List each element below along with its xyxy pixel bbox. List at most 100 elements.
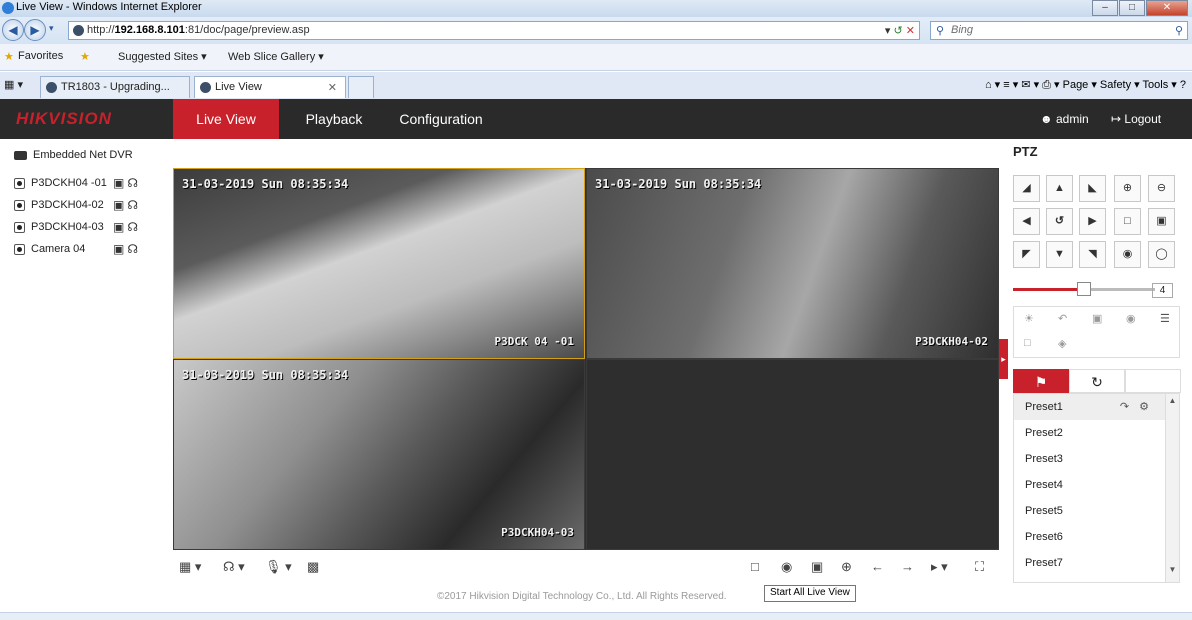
window-division-icon[interactable]: ▦ ▾ (179, 559, 201, 575)
preset-item-6[interactable]: Preset6 (1014, 524, 1167, 550)
ptz-down-left-button[interactable]: ◤ (1013, 241, 1040, 268)
stream-type-icon[interactable]: ☊ ▾ (223, 559, 245, 575)
preset-item-2[interactable]: Preset2 (1014, 420, 1167, 446)
maximize-button[interactable]: □ (1119, 0, 1145, 16)
stop-icon[interactable]: ✕ (906, 25, 915, 37)
logout-button[interactable]: ↦ Logout (1111, 99, 1161, 139)
wiper-icon[interactable]: ↶ (1058, 312, 1067, 325)
forward-button[interactable]: ▶ (24, 19, 46, 41)
web-slice-gallery-link[interactable]: Web Slice Gallery ▾ (228, 50, 324, 63)
video-timestamp: 31-03-2019 Sun 08:35:34 (182, 368, 349, 382)
3d-zoom-icon[interactable]: ◈ (1058, 337, 1066, 350)
iris-close-icon[interactable]: ◯ (1148, 241, 1175, 268)
home-icon[interactable]: ⌂ (985, 79, 992, 91)
nav-playback[interactable]: Playback (290, 99, 378, 139)
camera-item-4[interactable]: Camera 04 ▣☊ (14, 242, 138, 256)
capture-icon[interactable]: ◉ (781, 559, 792, 575)
stream-icons[interactable]: ▣☊ (113, 176, 141, 190)
preset-item-7[interactable]: Preset7 (1014, 550, 1167, 576)
zoom-icon[interactable]: ⊕ (841, 559, 852, 575)
suggested-sites-link[interactable]: Suggested Sites ▾ (118, 50, 207, 63)
add-favorite-icon[interactable]: ★ (80, 50, 90, 63)
help-icon[interactable]: ? (1180, 79, 1186, 91)
ptz-right-button[interactable]: ▶ (1079, 208, 1106, 235)
preset-item-5[interactable]: Preset5 (1014, 498, 1167, 524)
nav-configuration[interactable]: Configuration (392, 99, 490, 139)
preset-label: Preset7 (1025, 557, 1063, 569)
favorites-button[interactable]: Favorites (18, 50, 63, 62)
ptz-up-button[interactable]: ▲ (1046, 175, 1073, 202)
ptz-up-right-button[interactable]: ◣ (1079, 175, 1106, 202)
tab-patrol[interactable]: ↻ (1069, 369, 1125, 393)
user-menu[interactable]: ☻ admin (1040, 99, 1089, 139)
scroll-up-icon[interactable]: ▲ (1166, 396, 1179, 405)
plugin-icon[interactable]: ▩ (307, 559, 319, 575)
history-dropdown-icon[interactable]: ▾ (49, 23, 54, 34)
video-tile-2[interactable]: 31-03-2019 Sun 08:35:34 P3DCKH04-02 (586, 168, 999, 359)
ptz-speed-slider[interactable] (1013, 282, 1155, 296)
video-tile-4[interactable] (586, 359, 999, 550)
focus-far-icon[interactable]: ▣ (1148, 208, 1175, 235)
stream-icons[interactable]: ▣☊ (113, 242, 141, 256)
url-field[interactable]: http://192.168.8.101:81/doc/page/preview… (68, 21, 920, 40)
tab-preset[interactable]: ⚑ (1013, 369, 1069, 393)
scroll-down-icon[interactable]: ▼ (1166, 565, 1179, 574)
audio-icon[interactable]: ▸ ▾ (931, 559, 948, 575)
slider-knob[interactable] (1077, 282, 1091, 296)
camera-item-2[interactable]: P3DCKH04-02 ▣☊ (14, 198, 138, 212)
manual-tracking-icon[interactable]: □ (1024, 337, 1031, 349)
close-tab-icon[interactable]: ✕ (328, 81, 337, 94)
refresh-icon[interactable]: ↺ (894, 25, 903, 37)
dvr-root[interactable]: Embedded Net DVR (14, 149, 133, 161)
quick-tabs-icon[interactable]: ▦ ▾ (4, 78, 23, 91)
video-tile-3[interactable]: 31-03-2019 Sun 08:35:34 P3DCKH04-03 (173, 359, 585, 550)
focus-near-icon[interactable]: □ (1114, 208, 1141, 235)
tab-pattern[interactable] (1125, 369, 1181, 393)
fullscreen-icon[interactable]: ⛶ (975, 559, 984, 575)
ptz-left-button[interactable]: ◀ (1013, 208, 1040, 235)
minimize-button[interactable]: – (1092, 0, 1118, 16)
lens-init-icon[interactable]: ◉ (1126, 312, 1136, 325)
stream-icons[interactable]: ▣☊ (113, 220, 141, 234)
zoom-out-icon[interactable]: ⊖ (1148, 175, 1175, 202)
preset-item-1[interactable]: Preset1 ↷⚙ (1014, 394, 1167, 420)
previous-page-icon[interactable]: ← (871, 559, 884, 574)
tab-live-view[interactable]: Live View ✕ (194, 76, 346, 98)
record-icon[interactable]: ▣ (811, 559, 823, 575)
close-window-button[interactable]: ✕ (1146, 0, 1188, 16)
logo-vision: VISION (48, 109, 112, 128)
command-bar[interactable]: ⌂ ▾ ≡ ▾ ✉ ▾ ⎙ ▾ Page ▾ Safety ▾ Tools ▾ … (985, 78, 1186, 92)
ptz-down-button[interactable]: ▼ (1046, 241, 1073, 268)
next-page-icon[interactable]: → (901, 559, 914, 574)
preset-list: Preset1 ↷⚙ Preset2 Preset3 Preset4 Preset… (1013, 393, 1180, 583)
stream-icons[interactable]: ▣☊ (113, 198, 141, 212)
auto-pan-icon[interactable]: ↺ (1046, 208, 1073, 235)
more-menu-icon[interactable]: ☰ (1160, 312, 1170, 325)
ptz-up-left-button[interactable]: ◢ (1013, 175, 1040, 202)
preset-item-3[interactable]: Preset3 (1014, 446, 1167, 472)
camera-item-1[interactable]: P3DCKH04 -01 ▣☊ (14, 176, 138, 190)
light-icon[interactable]: ☀ (1024, 312, 1034, 325)
ptz-tabs: ⚑ ↻ (1013, 369, 1181, 393)
start-all-live-view-icon[interactable]: □ (751, 559, 759, 574)
preset-call-icon[interactable]: ↷⚙ (1120, 394, 1159, 420)
hikvision-logo: HIKVISION (16, 109, 112, 129)
video-tile-1[interactable]: 31-03-2019 Sun 08:35:34 P3DCK 04 -01 (173, 168, 585, 359)
one-touch-focus-icon[interactable]: ▣ (1092, 312, 1102, 325)
microphone-icon[interactable]: 🎙 ▾ (265, 559, 292, 575)
command-menus[interactable]: Page ▾ Safety ▾ Tools ▾ (1063, 79, 1177, 91)
new-tab-button[interactable] (348, 76, 374, 98)
search-icon[interactable]: ⚲ (1175, 23, 1183, 40)
back-button[interactable]: ◀ (2, 19, 24, 41)
preset-item-4[interactable]: Preset4 (1014, 472, 1167, 498)
ptz-down-right-button[interactable]: ◥ (1079, 241, 1106, 268)
camera-icon (14, 221, 25, 233)
camera-item-3[interactable]: P3DCKH04-03 ▣☊ (14, 220, 138, 234)
nav-live-view[interactable]: Live View (173, 99, 279, 139)
preset-scrollbar[interactable]: ▲ ▼ (1165, 394, 1179, 582)
collapse-ptz-button[interactable]: ▸ (999, 339, 1008, 379)
tab-tr1803[interactable]: TR1803 - Upgrading... (40, 76, 190, 98)
search-input[interactable]: ⚲ Bing ⚲ (930, 21, 1188, 40)
zoom-in-icon[interactable]: ⊕ (1114, 175, 1141, 202)
iris-open-icon[interactable]: ◉ (1114, 241, 1141, 268)
